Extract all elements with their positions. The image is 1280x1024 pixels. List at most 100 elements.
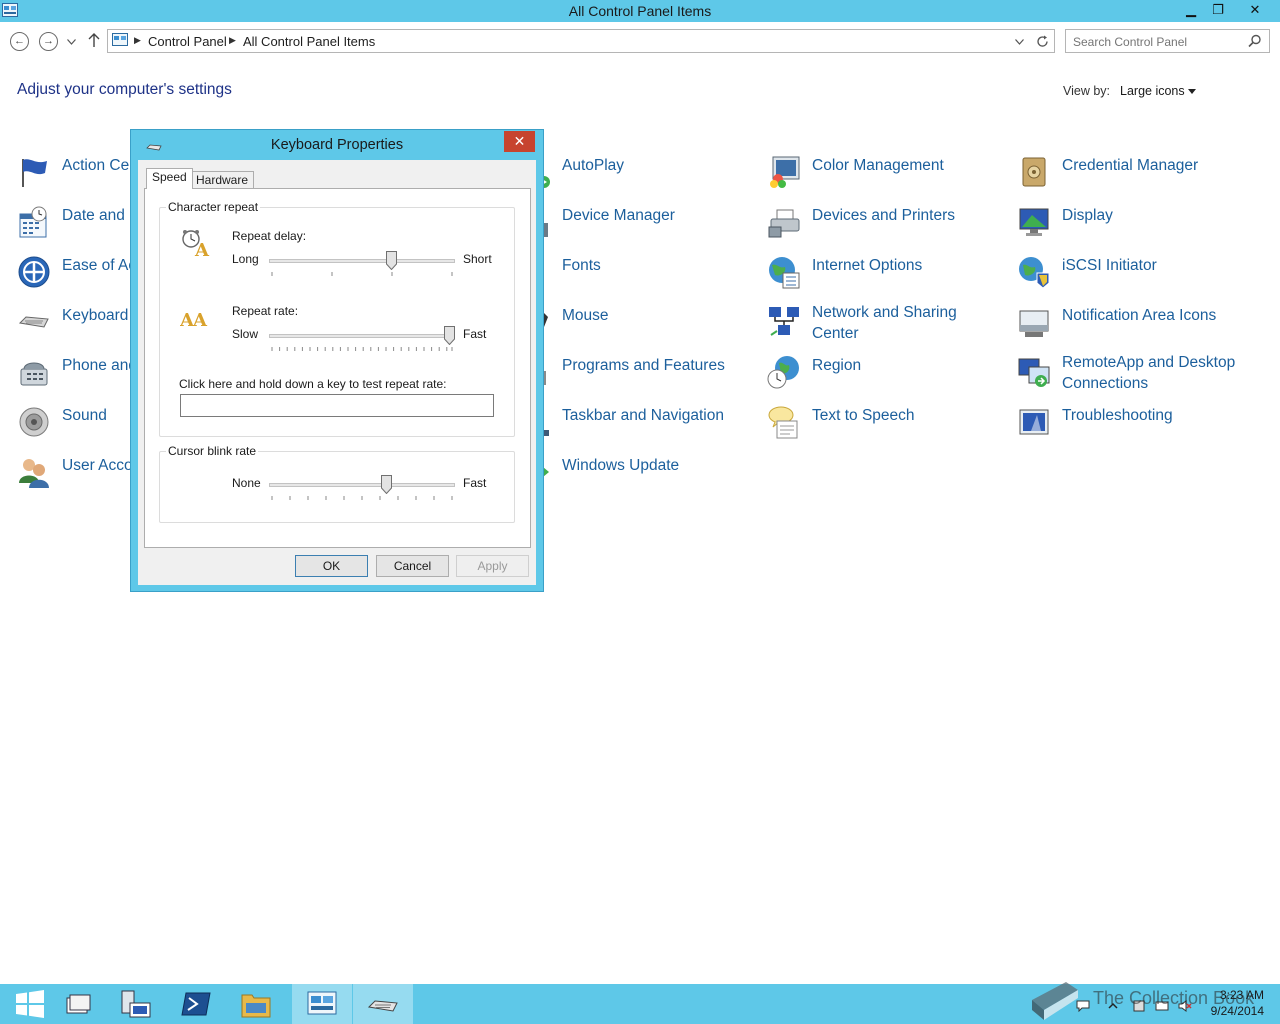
item-label[interactable]: iSCSI Initiator xyxy=(1062,255,1252,276)
item-region[interactable]: Region xyxy=(767,353,987,393)
item-label[interactable]: Devices and Printers xyxy=(812,205,1002,226)
item-display[interactable]: Display xyxy=(1017,203,1257,243)
color-management-icon xyxy=(770,156,800,188)
item-taskbar-and-navigation[interactable]: Taskbar and Navigation xyxy=(517,403,737,443)
search-icon[interactable] xyxy=(1248,34,1262,48)
item-user-accounts[interactable]: User Acco xyxy=(17,453,137,493)
breadcrumb-all-items[interactable]: All Control Panel Items xyxy=(243,34,375,49)
item-label[interactable]: Mouse xyxy=(562,305,752,326)
breadcrumb-control-panel[interactable]: Control Panel xyxy=(148,34,227,49)
dialog-title: Keyboard Properties xyxy=(270,137,404,153)
item-keyboard[interactable]: Keyboard xyxy=(17,303,137,343)
up-arrow-icon[interactable] xyxy=(88,33,100,48)
taskbar-powershell-button[interactable] xyxy=(166,984,226,1024)
item-iscsi-initiator[interactable]: iSCSI Initiator xyxy=(1017,253,1257,293)
apply-button[interactable]: Apply xyxy=(456,555,529,577)
item-label[interactable]: Notification Area Icons xyxy=(1062,305,1252,326)
dialog-client-area: Speed Hardware Character repeat A Repeat… xyxy=(138,160,536,585)
item-windows-update[interactable]: Windows Update xyxy=(517,453,737,493)
item-label[interactable]: Region xyxy=(812,355,1002,376)
clock-time: 3:23 AM xyxy=(1219,988,1264,1002)
item-label[interactable]: Troubleshooting xyxy=(1062,405,1252,426)
clock[interactable]: 3:23 AM 9/24/2014 xyxy=(1211,987,1264,1019)
window-title: All Control Panel Items xyxy=(568,3,712,19)
item-device-manager[interactable]: Device Manager xyxy=(517,203,737,243)
item-phone-and-modem[interactable]: Phone and xyxy=(17,353,137,393)
item-label[interactable]: Credential Manager xyxy=(1062,155,1252,176)
repeat-rate-test-input[interactable] xyxy=(180,394,494,417)
iscsi-globe-icon xyxy=(1019,257,1050,289)
remoteapp-icon xyxy=(1018,358,1050,387)
item-label[interactable]: Color Management xyxy=(812,155,1002,176)
tab-speed[interactable]: Speed xyxy=(146,168,193,189)
address-bar[interactable]: ▶ Control Panel ▶ All Control Panel Item… xyxy=(107,29,1055,53)
item-label[interactable]: AutoPlay xyxy=(562,155,752,176)
search-box[interactable] xyxy=(1065,29,1270,53)
delay-max-label: Short xyxy=(463,252,492,266)
item-devices-and-printers[interactable]: Devices and Printers xyxy=(767,203,987,243)
view-by-dropdown[interactable]: Large icons xyxy=(1120,84,1196,98)
refresh-icon[interactable] xyxy=(1036,35,1049,48)
breadcrumb-separator-icon[interactable]: ▶ xyxy=(134,35,141,46)
address-dropdown-chevron-icon[interactable] xyxy=(1015,39,1024,45)
item-label[interactable]: Text to Speech xyxy=(812,405,1002,426)
item-ease-of-access[interactable]: Ease of Ac xyxy=(17,253,137,293)
item-label[interactable]: Display xyxy=(1062,205,1252,226)
item-label[interactable]: Programs and Features xyxy=(562,355,752,376)
credential-vault-icon xyxy=(1022,157,1046,187)
taskbar-desktop-button[interactable] xyxy=(47,984,107,1024)
region-globe-clock-icon xyxy=(767,356,799,389)
taskbar-keyboard-button[interactable] xyxy=(353,984,413,1024)
speech-bubble-icon xyxy=(768,406,798,439)
repeat-rate-track[interactable] xyxy=(269,334,455,338)
restore-button[interactable]: ❐ xyxy=(1203,0,1233,20)
minimize-button[interactable]: ▁ xyxy=(1176,0,1206,20)
item-label[interactable]: RemoteApp and Desktop Connections xyxy=(1062,352,1252,394)
item-text-to-speech[interactable]: Text to Speech xyxy=(767,403,987,443)
repeat-rate-icon: A A xyxy=(180,310,208,330)
cursor-blink-track[interactable] xyxy=(269,483,455,487)
item-label[interactable]: Internet Options xyxy=(812,255,1002,276)
cursor-blink-slider-thumb[interactable] xyxy=(380,475,392,494)
repeat-rate-slider-thumb[interactable] xyxy=(443,326,455,345)
rate-max-label: Fast xyxy=(463,327,487,341)
dialog-close-button[interactable]: ✕ xyxy=(504,131,535,152)
breadcrumb-separator-icon[interactable]: ▶ xyxy=(229,35,236,46)
action-center-tray-icon[interactable] xyxy=(1076,1000,1090,1012)
recent-locations-chevron-icon[interactable] xyxy=(67,39,76,45)
forward-button[interactable]: → xyxy=(39,32,58,51)
taskbar-server-manager-button[interactable] xyxy=(106,984,166,1024)
item-programs-and-features[interactable]: Programs and Features xyxy=(517,353,737,393)
item-label[interactable]: Taskbar and Navigation xyxy=(562,405,752,426)
item-action-center[interactable]: Action Ce xyxy=(17,153,137,193)
item-fonts[interactable]: Fonts xyxy=(517,253,737,293)
control-panel-icon xyxy=(112,33,128,46)
item-label[interactable]: Network and Sharing Center xyxy=(812,302,1002,344)
taskbar-file-explorer-button[interactable] xyxy=(226,984,286,1024)
repeat-delay-slider-thumb[interactable] xyxy=(386,251,398,270)
ok-button[interactable]: OK xyxy=(295,555,368,577)
item-network-and-sharing-center[interactable]: Network and Sharing Center xyxy=(767,300,987,346)
item-date-and-time[interactable]: Date and xyxy=(17,203,137,243)
item-notification-area-icons[interactable]: Notification Area Icons xyxy=(1017,303,1257,343)
item-color-management[interactable]: Color Management xyxy=(767,153,987,193)
monitor-icon xyxy=(1019,208,1049,236)
item-credential-manager[interactable]: Credential Manager xyxy=(1017,153,1257,193)
cancel-button[interactable]: Cancel xyxy=(376,555,449,577)
item-label[interactable]: Fonts xyxy=(562,255,752,276)
repeat-delay-track[interactable] xyxy=(269,259,455,263)
character-repeat-group: Character repeat A Repeat delay: Long Sh… xyxy=(159,200,515,437)
item-sound[interactable]: Sound xyxy=(17,403,137,443)
close-window-button[interactable]: ✕ xyxy=(1240,0,1270,20)
item-autoplay[interactable]: AutoPlay xyxy=(517,153,737,193)
control-panel-icon xyxy=(307,991,337,1015)
back-button[interactable]: ← xyxy=(10,32,29,51)
item-internet-options[interactable]: Internet Options xyxy=(767,253,987,293)
taskbar-control-panel-button[interactable] xyxy=(292,984,352,1024)
item-mouse[interactable]: Mouse xyxy=(517,303,737,343)
item-label[interactable]: Windows Update xyxy=(562,455,752,476)
search-input[interactable] xyxy=(1073,33,1243,50)
item-label[interactable]: Device Manager xyxy=(562,205,752,226)
item-remoteapp-connections[interactable]: RemoteApp and Desktop Connections xyxy=(1017,350,1257,396)
item-troubleshooting[interactable]: Troubleshooting xyxy=(1017,403,1257,443)
